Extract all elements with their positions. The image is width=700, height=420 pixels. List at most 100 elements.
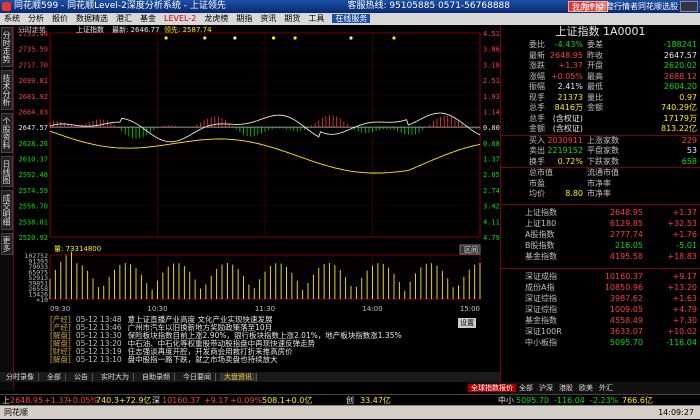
- index-row-a-0[interactable]: 上证指数 2648.95 +1.37: [501, 207, 700, 218]
- hotline-text: 客服热线: 95105885 0571-56768888: [347, 1, 510, 11]
- quote-value-2: 2647.57: [663, 50, 697, 60]
- x-tick-1: 10:30: [147, 305, 167, 313]
- global-tab-4[interactable]: 欧美: [576, 384, 596, 392]
- quote-value-2: 229: [681, 135, 697, 145]
- quote-label: 委比: [529, 40, 545, 49]
- menu-item-3[interactable]: 数据精选: [76, 14, 108, 23]
- quote-label: 振幅: [529, 82, 545, 91]
- menu-item-6[interactable]: LEVEL-2: [164, 14, 196, 23]
- left-tab-4[interactable]: 成交明细: [1, 190, 13, 230]
- news-tab-5[interactable]: 今日要闻: [179, 373, 216, 381]
- index-change: +4.79: [672, 304, 697, 314]
- news-tab-0[interactable]: 分时录像: [2, 373, 39, 381]
- index-row-b-1[interactable]: 成份A指 10850.96 +13.20: [501, 282, 700, 293]
- index-row-a-4[interactable]: 基金指数 4195.58 +18.83: [501, 251, 700, 262]
- index-row-b-5[interactable]: 深证100R 3633.07 +10.02: [501, 326, 700, 337]
- news-item-5[interactable]: [解盘] 05-12 13:10 盘中股指一路下跌，就之市场卖盘也持续放大: [50, 356, 500, 364]
- index-change: +13.20: [667, 282, 697, 292]
- global-tab-1[interactable]: 全部: [516, 384, 536, 392]
- x-tick-0: 09:30: [50, 305, 70, 313]
- quote-label: 卖出: [529, 146, 545, 155]
- y-tick-5: 2664.03: [18, 108, 48, 116]
- news-tab-4[interactable]: 自助录频: [138, 373, 175, 381]
- y-tick-7: 2628.26: [18, 140, 48, 148]
- y-tick-10: 2574.59: [18, 187, 48, 195]
- quote-label-2: 流通市值: [587, 168, 619, 177]
- menu-bar: 系统 分析 报价 数据精选 港汇 基金 LEVEL-2 龙虎榜 期指 资讯 期货 工具 在线服务: [0, 13, 700, 25]
- quote-label: 涨跌: [529, 61, 545, 70]
- quote-label: 总手: [529, 113, 545, 123]
- index-row-a-2[interactable]: A股指数 2777.74 +1.76: [501, 229, 700, 240]
- quote-value: +0.05%: [550, 71, 583, 81]
- x-tick-2: 11:30: [255, 305, 275, 313]
- index-row-a-1[interactable]: 上证180 6129.85 +32.53: [501, 218, 700, 229]
- quote-value-2: -188241: [663, 40, 697, 49]
- left-tab-5[interactable]: 更多: [1, 233, 13, 255]
- global-tab-5[interactable]: 外汇: [596, 384, 616, 392]
- chart-leader: 领先: 2587.74: [164, 25, 212, 34]
- menu-item-0[interactable]: 系统: [4, 14, 20, 23]
- index-row-b-6[interactable]: 中小板指 5095.70 -116.04: [501, 337, 700, 348]
- left-tab-3[interactable]: 日线图: [1, 156, 13, 187]
- left-tab-0[interactable]: 分时走势: [1, 27, 13, 67]
- quote-label: 金额: [529, 124, 545, 133]
- menu-item-5[interactable]: 基金: [140, 14, 156, 23]
- quote-label-2: 最低: [587, 82, 603, 91]
- news-tab-1[interactable]: 全部: [43, 373, 66, 381]
- index-name: 深证成指: [525, 271, 557, 281]
- news-marker-0: [164, 36, 168, 40]
- index-name: 上证指数: [525, 207, 557, 217]
- index-change: -5.01: [676, 240, 697, 250]
- index-change: +18.83: [667, 251, 697, 261]
- left-tab-1[interactable]: 技术分析: [1, 70, 13, 110]
- global-tab-3[interactable]: 港股: [556, 384, 576, 392]
- status-bar: 同花顺 14:09:27: [0, 405, 700, 419]
- menu-item-11[interactable]: 工具: [308, 14, 324, 23]
- quote-label: 买入: [529, 135, 545, 145]
- index-change: +10.02: [667, 326, 697, 336]
- index-ticker: 上 2648.95 +1.37 +0.05% 740.3+72.9亿深 10160.37 +…: [0, 394, 700, 405]
- quote-row-4: 振幅 2.41% 最低 2604.20: [501, 82, 700, 93]
- quote-value: (含权证): [552, 113, 583, 123]
- menu-item-10[interactable]: 期货: [284, 14, 300, 23]
- quote-label: 现手: [529, 92, 545, 102]
- global-tab-2[interactable]: 沪深: [536, 384, 556, 392]
- left-tab-2[interactable]: 个股资料: [1, 113, 13, 153]
- app-icon: [2, 2, 11, 11]
- index-change: +9.17: [672, 271, 697, 281]
- menu-item-7[interactable]: 龙虎榜: [204, 14, 228, 23]
- tip-text: 短时调整行情者同花顺选股: [582, 2, 678, 11]
- quote-label-2: 平盘家数: [587, 146, 619, 155]
- news-tag: [解盘]: [50, 355, 71, 364]
- news-tab-2[interactable]: 公告: [70, 373, 93, 381]
- news-title[interactable]: 盘中股指一路下跌，就之市场卖盘也持续放大: [128, 355, 278, 364]
- quote-label-2: 市净率: [587, 178, 611, 188]
- index-row-a-3[interactable]: B股指数 216.05 -5.01: [501, 240, 700, 251]
- status-time: 14:09:27: [658, 408, 694, 417]
- global-tab-0[interactable]: 全球指数报价: [468, 384, 516, 392]
- menu-item-online[interactable]: 在线服务: [332, 14, 371, 23]
- index-row-b-3[interactable]: 深证综指 1009.05 +4.79: [501, 304, 700, 315]
- quote-label-2: 昨收: [587, 50, 603, 60]
- menu-item-4[interactable]: 港汇: [116, 14, 132, 23]
- window-controls[interactable]: [680, 1, 698, 12]
- quote-value: -4.43%: [554, 40, 583, 49]
- menu-item-1[interactable]: 分析: [28, 14, 44, 23]
- intraday-chart[interactable]: 2753.484.51%2735.593.86%2717.703.18%2699…: [14, 25, 500, 315]
- news-tab-3[interactable]: 实时大为: [97, 373, 134, 381]
- menu-item-8[interactable]: 期指: [236, 14, 252, 23]
- news-tab-6[interactable]: 大盘资讯: [220, 373, 257, 381]
- pct-tick-13: 4.79%: [483, 234, 500, 242]
- menu-item-9[interactable]: 资讯: [260, 14, 276, 23]
- quote-label: 市盈: [529, 178, 545, 188]
- news-marker-1: [203, 36, 207, 40]
- index-price: 4558.49: [609, 315, 643, 325]
- menu-item-2[interactable]: 报价: [52, 14, 68, 23]
- pct-tick-2: 3.18%: [483, 61, 500, 69]
- quote-value: 2.41%: [557, 82, 583, 91]
- index-row-b-0[interactable]: 深证成指 10160.37 +9.17: [501, 271, 700, 282]
- panel-separator: [501, 203, 700, 205]
- index-row-b-2[interactable]: 深证综指 3987.62 +1.63: [501, 293, 700, 304]
- quote-label: 总市值: [529, 168, 553, 177]
- index-row-b-4[interactable]: 基金指数 4558.49 +7.30: [501, 315, 700, 326]
